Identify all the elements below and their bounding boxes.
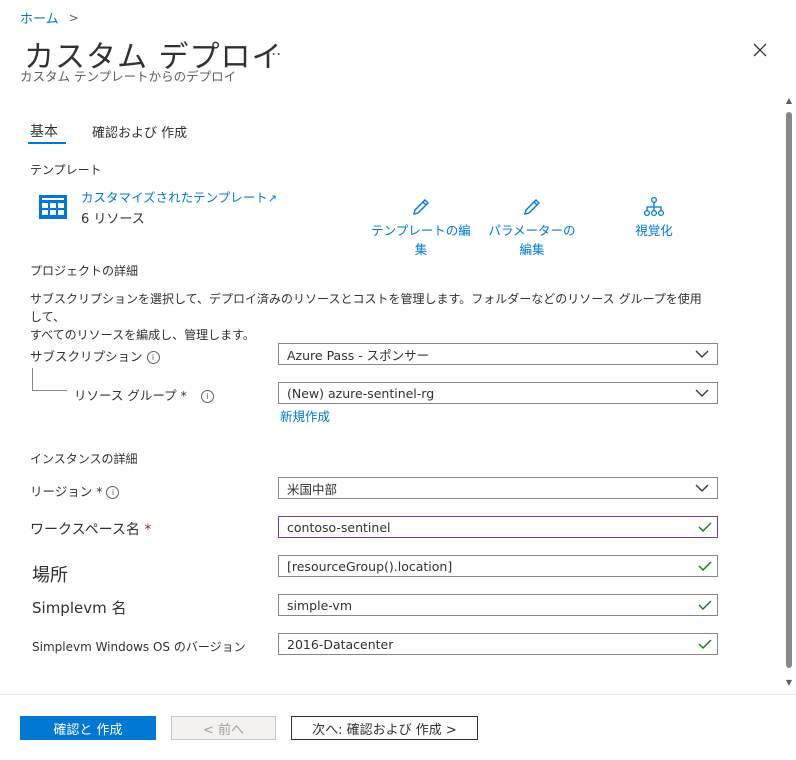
resource-group-label: リソース グループ * i xyxy=(74,385,214,404)
checkmark-icon xyxy=(693,561,717,571)
info-icon[interactable]: i xyxy=(146,351,160,364)
checkmark-icon xyxy=(693,522,717,532)
resource-group-value: (New) azure-sentinel-rg xyxy=(287,385,435,401)
footer-divider xyxy=(0,694,796,695)
customized-template-link[interactable]: カスタマイズされたテンプレート↗ xyxy=(81,187,277,206)
edit-parameters-label: パラメーターの編集 xyxy=(488,223,576,257)
scroll-down-arrow[interactable]: ▼ xyxy=(784,678,794,687)
checkmark-icon xyxy=(693,600,717,610)
required-asterisk: * xyxy=(144,522,152,538)
instance-section-label: インスタンスの詳細 xyxy=(30,452,138,466)
template-section-label: テンプレート xyxy=(30,163,102,177)
close-icon[interactable] xyxy=(750,40,770,60)
visualize-label: 視覚化 xyxy=(635,223,673,238)
workspace-name-input[interactable]: contoso-sentinel xyxy=(278,516,718,538)
hierarchy-icon xyxy=(643,196,665,217)
vm-name-value: simple-vm xyxy=(287,597,353,613)
project-section-label: プロジェクトの詳細 xyxy=(30,264,139,278)
external-link-icon: ↗ xyxy=(267,192,277,205)
os-version-value: 2016-Datacenter xyxy=(287,636,394,652)
subscription-select[interactable]: Azure Pass - スポンサー xyxy=(278,343,718,365)
create-new-resource-group-link[interactable]: 新規作成 xyxy=(280,406,330,425)
tree-connector xyxy=(32,368,67,391)
info-icon[interactable]: i xyxy=(200,390,214,403)
edit-parameters-button[interactable]: パラメーターの編集 xyxy=(486,196,578,258)
previous-button[interactable]: < 前へ xyxy=(171,716,276,740)
vm-name-label: Simplevm 名 xyxy=(32,599,127,617)
next-review-create-button[interactable]: 次へ: 確認および 作成 > xyxy=(291,716,478,740)
os-version-input[interactable]: 2016-Datacenter xyxy=(278,633,718,655)
info-icon[interactable]: i xyxy=(106,486,120,499)
chevron-down-icon xyxy=(687,343,717,365)
chevron-down-icon xyxy=(687,382,717,404)
review-create-button[interactable]: 確認と 作成 xyxy=(20,716,156,740)
subscription-label: サブスクリプション i xyxy=(30,346,160,365)
resource-group-select[interactable]: (New) azure-sentinel-rg xyxy=(278,382,718,404)
workspace-name-label: ワークスペース名 * xyxy=(30,522,152,538)
edit-template-button[interactable]: テンプレートの編集 xyxy=(370,196,472,258)
pencil-icon xyxy=(524,199,540,215)
scroll-up-arrow[interactable]: ▲ xyxy=(784,96,794,105)
workspace-name-value: contoso-sentinel xyxy=(287,519,391,535)
region-select[interactable]: 米国中部 xyxy=(278,477,718,499)
region-label: リージョン * i xyxy=(30,481,120,500)
chevron-down-icon xyxy=(687,477,717,499)
breadcrumb-home-link[interactable]: ホーム xyxy=(20,8,59,27)
template-grid-icon xyxy=(38,194,68,220)
location-value: [resourceGroup().location] xyxy=(287,558,453,574)
tab-active-indicator xyxy=(28,142,66,144)
pencil-icon xyxy=(413,199,429,215)
tab-basics[interactable]: 基本 xyxy=(30,121,58,141)
more-options-button[interactable]: ... xyxy=(266,40,281,59)
visualize-button[interactable]: 視覚化 xyxy=(626,196,682,239)
tab-review-create[interactable]: 確認および 作成 xyxy=(92,122,187,141)
checkmark-icon xyxy=(693,639,717,649)
location-input[interactable]: [resourceGroup().location] xyxy=(278,555,718,577)
vm-name-input[interactable]: simple-vm xyxy=(278,594,718,616)
subscription-value: Azure Pass - スポンサー xyxy=(287,347,430,363)
page-subtitle: カスタム テンプレートからのデプロイ xyxy=(20,69,237,84)
region-value: 米国中部 xyxy=(287,481,338,497)
scrollbar-thumb[interactable] xyxy=(786,112,792,668)
breadcrumb: ホーム > xyxy=(20,8,79,28)
template-resource-count: 6 リソース xyxy=(81,212,145,227)
breadcrumb-separator: > xyxy=(68,10,79,25)
edit-template-label: テンプレートの編集 xyxy=(371,223,471,257)
os-version-label: Simplevm Windows OS のバージョン xyxy=(32,640,246,654)
project-description: サブスクリプションを選択して、デプロイ済みのリソースとコストを管理します。フォル… xyxy=(30,292,702,342)
location-label: 場所 xyxy=(32,565,68,586)
